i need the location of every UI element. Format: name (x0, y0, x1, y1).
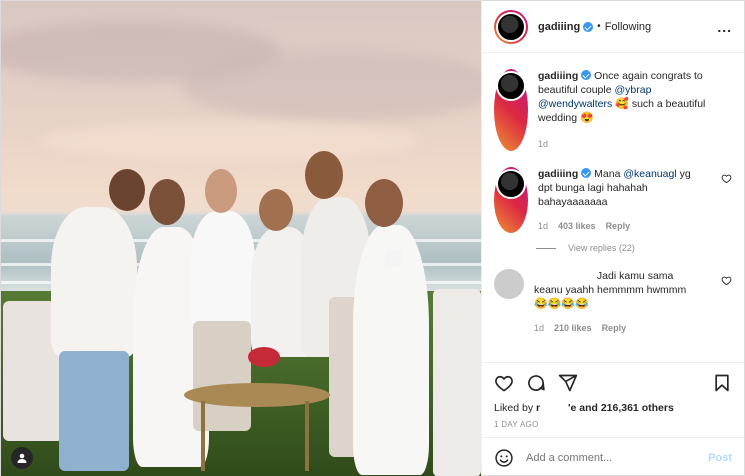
verified-badge-icon (581, 70, 592, 80)
comment: Jadi kamu sama keanu yaahh hemmmm hwmmm … (494, 269, 732, 335)
table-leg (201, 401, 205, 471)
person-white-shirt (51, 207, 137, 357)
flower-bouquet (248, 347, 280, 367)
comment-like-icon[interactable] (721, 173, 732, 184)
add-comment-bar: Post (482, 437, 744, 476)
emoji: 😍 (580, 112, 594, 124)
comments-list[interactable]: gadiiing Once again congrats to beautifu… (482, 53, 744, 362)
view-replies-button[interactable]: View replies (22) (536, 243, 732, 253)
mention-link[interactable]: @ybrap (614, 84, 651, 96)
person-head (259, 189, 293, 231)
mention-link[interactable]: @wendywalters (538, 98, 612, 110)
user-tag-glyph (17, 453, 27, 463)
caption-username[interactable]: gadiiing (538, 70, 578, 82)
comment-body: Jadi kamu sama keanu yaahh hemmmm hwmmm … (534, 269, 704, 335)
comment-time[interactable]: 1d (538, 219, 548, 233)
verified-badge-icon (583, 21, 594, 32)
person-head (149, 179, 185, 225)
avatar (496, 169, 526, 199)
heart-icon[interactable] (494, 373, 514, 393)
action-bar (482, 362, 744, 402)
post-sidebar: gadiiing • Following ... gadiiing Once a… (481, 1, 744, 476)
emoji: 😂😂😂😂 (534, 298, 589, 310)
avatar-ring[interactable] (494, 9, 528, 44)
replies-divider (536, 247, 556, 249)
person-head (365, 179, 403, 227)
liked-by-user[interactable]: r (536, 402, 540, 414)
mention-link[interactable]: @keanuagl (623, 168, 676, 180)
caption-time[interactable]: 1d (538, 137, 548, 151)
table-leg (305, 401, 309, 471)
post-modal: gadiiing • Following ... gadiiing Once a… (0, 0, 745, 476)
verified-badge-icon (581, 168, 592, 178)
caption-body: gadiiing Once again congrats to beautifu… (538, 69, 728, 151)
reply-button[interactable]: Reply (606, 219, 631, 233)
avatar-blurred[interactable] (494, 269, 524, 299)
avatar (496, 11, 526, 42)
bookmark-icon[interactable] (712, 373, 732, 393)
sky-cloud (41, 121, 421, 161)
comment-body: gadiiing Mana @keanuagl yg dpt bunga lag… (538, 167, 708, 233)
comment-icon[interactable] (526, 373, 546, 393)
avatar-ring[interactable] (494, 167, 528, 233)
post-timestamp[interactable]: 1 DAY AGO (482, 414, 744, 437)
person-head (305, 151, 343, 199)
post-header: gadiiing • Following ... (482, 1, 744, 53)
sky-cloud (181, 51, 481, 121)
view-replies-label: View replies (22) (568, 243, 635, 253)
comment-input[interactable] (526, 451, 709, 464)
share-icon[interactable] (558, 373, 578, 393)
comment-text: Mana (594, 168, 621, 180)
comment: gadiiing Mana @keanuagl yg dpt bunga lag… (494, 167, 732, 233)
comment-meta: 1d 210 likes Reply (534, 321, 704, 335)
censor-blur (385, 251, 401, 267)
comment-likes[interactable]: 210 likes (554, 321, 592, 335)
person-white-shirt (191, 211, 255, 331)
liked-by-prefix: Liked by (494, 402, 534, 414)
liked-by-user-fragment: 'e (567, 402, 577, 414)
avatar-ring[interactable] (494, 69, 528, 151)
caption-meta: 1d (538, 137, 728, 151)
person-head (205, 169, 237, 213)
more-options-icon[interactable]: ... (717, 19, 732, 35)
sofa (433, 289, 481, 476)
comment-username[interactable]: gadiiing (538, 168, 578, 180)
person-head (109, 169, 145, 211)
user-tag-icon[interactable] (11, 447, 33, 469)
liked-by-others[interactable]: and 216,361 others (579, 402, 674, 414)
comment-time[interactable]: 1d (534, 321, 544, 335)
separator: • (597, 21, 601, 32)
avatar (496, 71, 526, 101)
comment-likes[interactable]: 403 likes (558, 219, 596, 233)
follow-status-button[interactable]: Following (605, 21, 651, 33)
caption: gadiiing Once again congrats to beautifu… (494, 69, 732, 151)
username-blurred (534, 271, 594, 279)
post-photo[interactable] (1, 1, 481, 476)
person-jeans (59, 351, 129, 471)
comment-like-icon[interactable] (721, 275, 732, 286)
smiley-icon[interactable] (494, 448, 514, 468)
post-button[interactable]: Post (708, 452, 732, 464)
header-username[interactable]: gadiiing (538, 21, 580, 33)
emoji: 🥰 (615, 98, 629, 110)
reply-button[interactable]: Reply (602, 321, 627, 335)
comment-meta: 1d 403 likes Reply (538, 219, 708, 233)
liked-by: Liked by r 'e and 216,361 others (482, 402, 744, 414)
